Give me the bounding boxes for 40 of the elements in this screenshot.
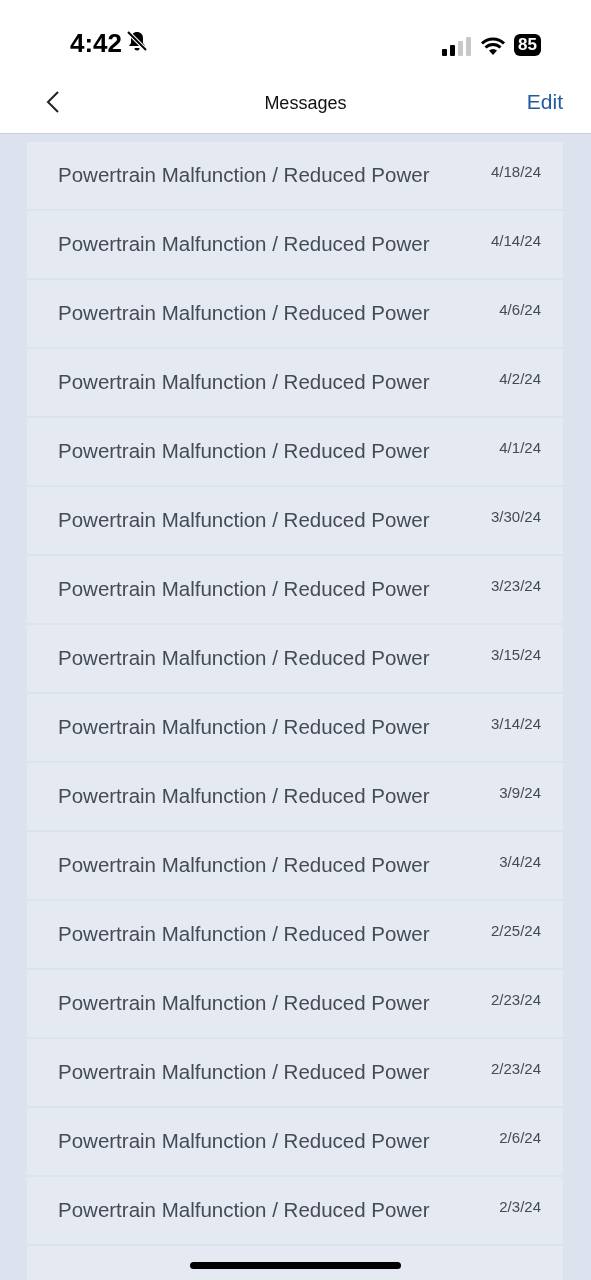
message-title[interactable]: Powertrain Malfunction / Reduced Power <box>58 160 491 191</box>
message-title[interactable]: Powertrain Malfunction / Reduced Power <box>58 505 491 536</box>
message-title[interactable]: Powertrain Malfunction / Reduced Power <box>58 436 500 467</box>
message-title[interactable]: Powertrain Malfunction / Reduced Power <box>58 781 500 812</box>
message-date: 3/9/24 <box>499 783 541 803</box>
message-date: 4/14/24 <box>490 231 541 251</box>
message-title[interactable]: Powertrain Malfunction / Reduced Power <box>58 229 491 260</box>
message-date: 3/23/24 <box>490 576 541 596</box>
message-title[interactable]: Powertrain Malfunction / Reduced Power <box>58 988 491 1019</box>
message-date: 3/30/24 <box>490 507 541 527</box>
battery-level: 85 <box>514 34 541 56</box>
message-title[interactable]: Powertrain Malfunction / Reduced Power <box>58 643 491 674</box>
message-date: 2/25/24 <box>490 921 541 941</box>
message-title[interactable]: Powertrain Malfunction / Reduced Power <box>58 367 500 398</box>
message-title[interactable]: Powertrain Malfunction / Reduced Power <box>58 1195 500 1226</box>
message-date: 2/23/24 <box>490 1059 541 1079</box>
message-date: 4/2/24 <box>499 369 541 389</box>
message-title[interactable]: Powertrain Malfunction / Reduced Power <box>58 1057 491 1088</box>
message-date: 4/18/24 <box>490 162 541 182</box>
edit-button[interactable]: Edit <box>526 85 563 118</box>
message-title[interactable]: Powertrain Malfunction / Reduced Power <box>58 919 491 950</box>
wifi-icon <box>480 36 507 56</box>
message-title[interactable]: Powertrain Malfunction / Reduced Power <box>58 712 491 743</box>
message-date: 3/4/24 <box>499 852 541 872</box>
message-title[interactable]: Powertrain Malfunction / Reduced Power <box>58 298 500 329</box>
signal-icon <box>442 36 473 56</box>
message-title[interactable]: Powertrain Malfunction / Reduced Power <box>58 1126 500 1157</box>
message-date: 3/15/24 <box>490 645 541 665</box>
message-date: 4/6/24 <box>499 300 541 320</box>
screen-title: Messages <box>263 92 348 115</box>
message-date: 4/1/24 <box>499 438 541 458</box>
message-date: 2/3/24 <box>499 1197 541 1217</box>
clock-time: 4:42 <box>70 30 123 56</box>
message-date: 3/14/24 <box>490 714 541 734</box>
message-date: 2/23/24 <box>490 990 541 1010</box>
message-title[interactable]: Powertrain Malfunction / Reduced Power <box>58 850 500 881</box>
bell-slash-icon <box>126 30 149 52</box>
message-date: 2/6/24 <box>499 1128 541 1148</box>
chevron-left-icon <box>46 89 60 114</box>
message-title[interactable]: Powertrain Malfunction / Reduced Power <box>58 574 491 605</box>
